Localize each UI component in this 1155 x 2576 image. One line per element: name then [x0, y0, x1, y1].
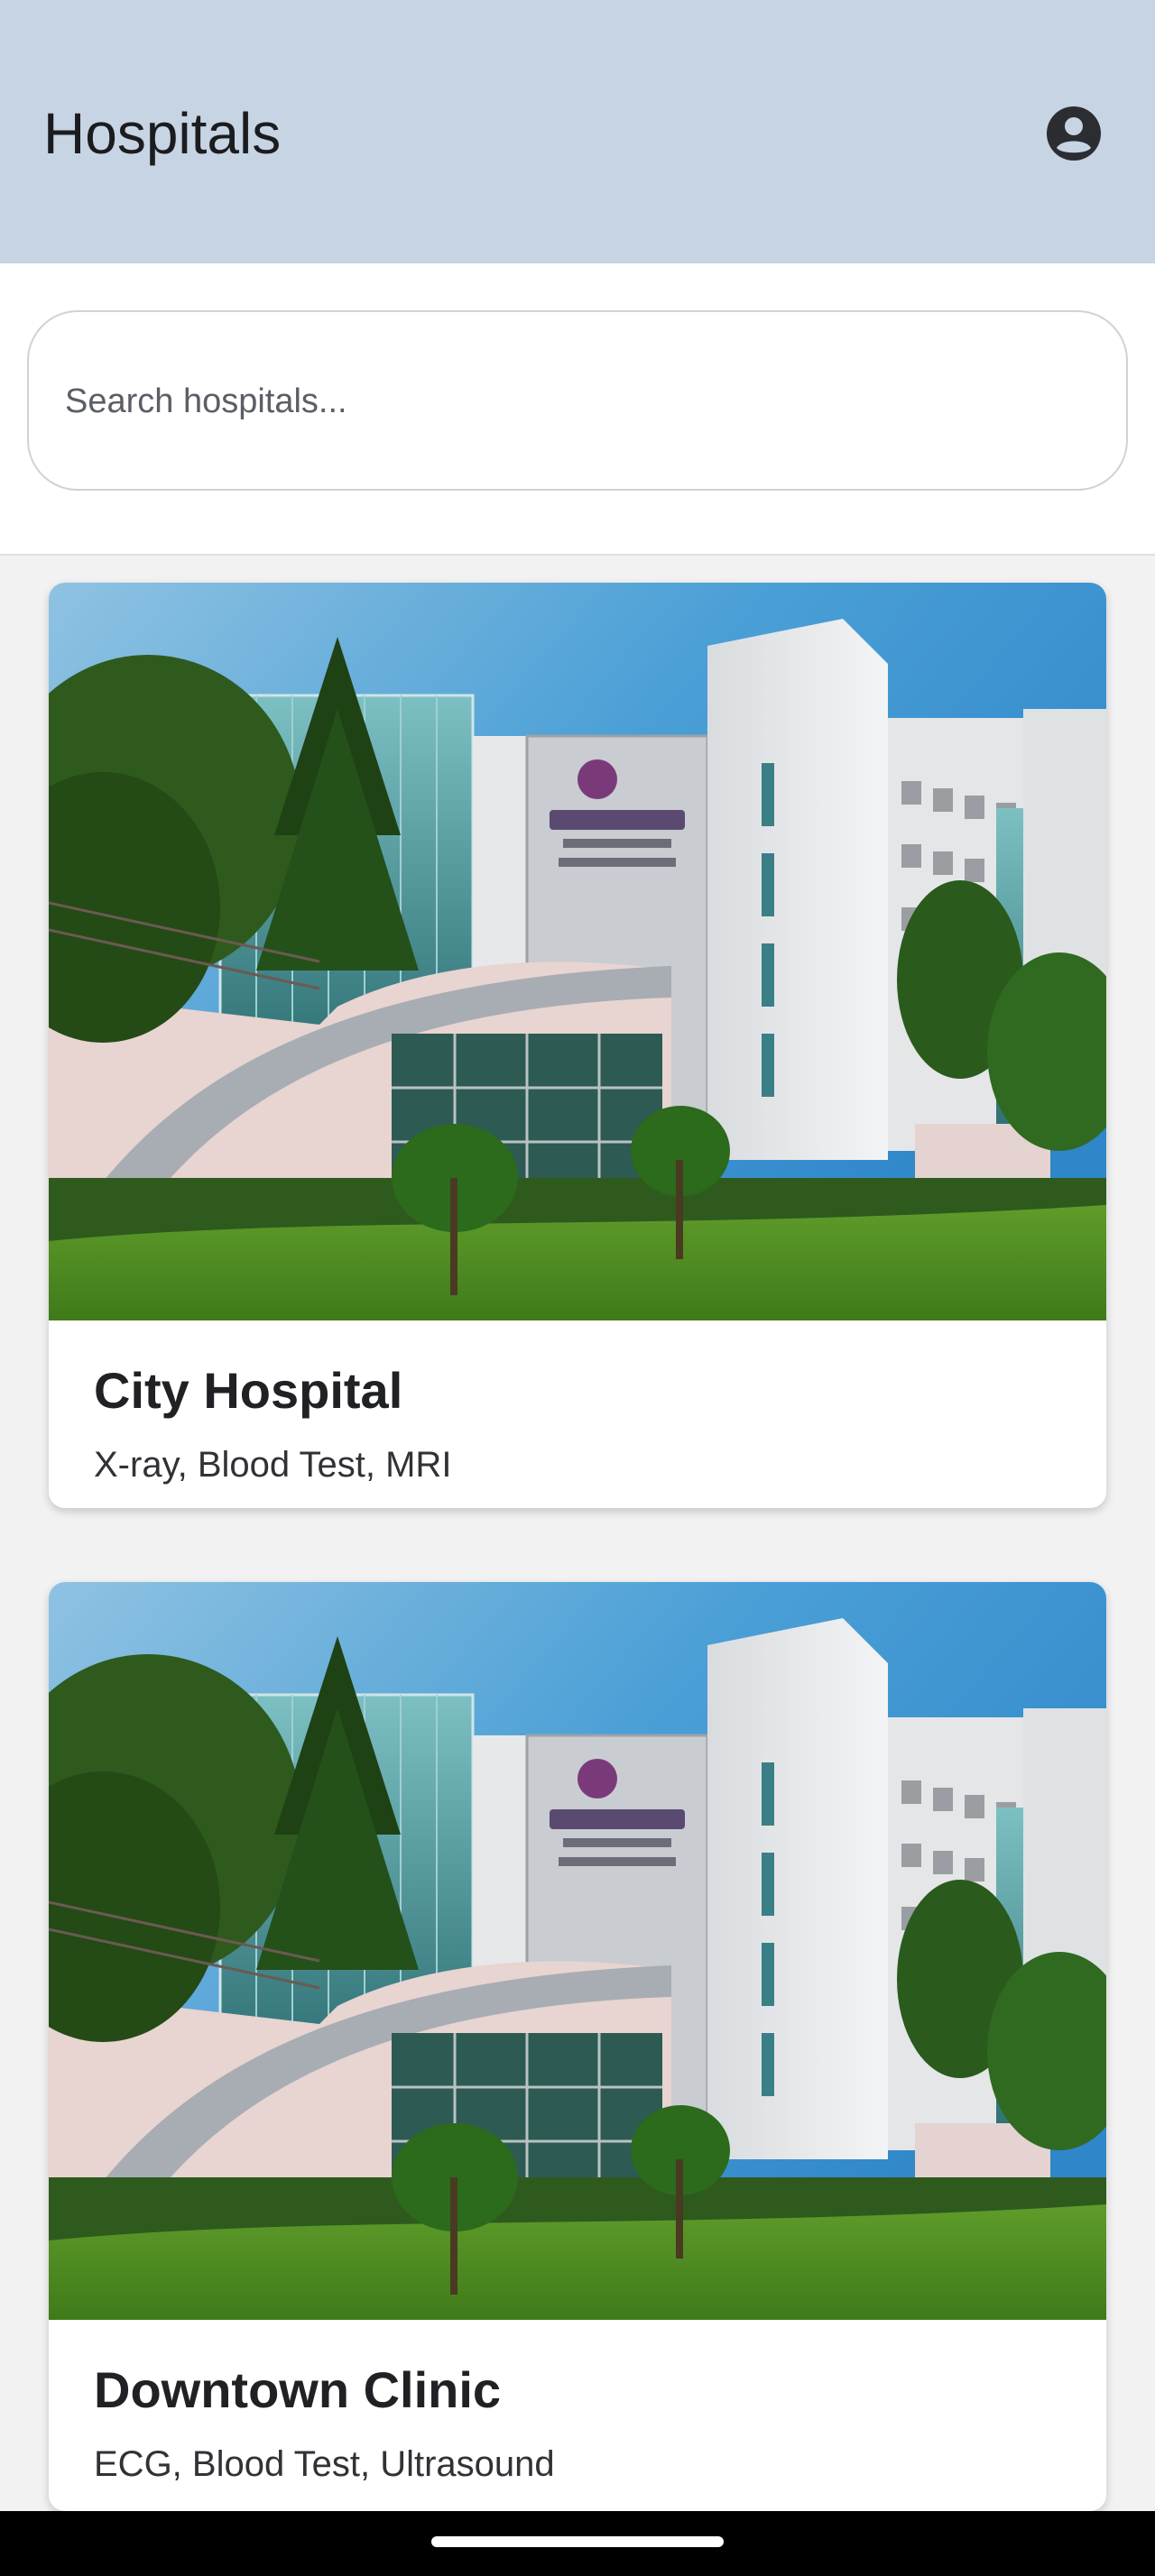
search-input[interactable] — [63, 312, 1077, 491]
hospital-services: ECG, Blood Test, Ultrasound — [94, 2444, 555, 2484]
hospital-photo — [49, 1582, 1106, 2320]
hospital-services: X-ray, Blood Test, MRI — [94, 1445, 452, 1485]
hospital-name: City Hospital — [94, 1362, 403, 1419]
page-title: Hospitals — [43, 101, 282, 166]
hospital-card[interactable]: City Hospital X-ray, Blood Test, MRI — [49, 583, 1106, 1508]
hospital-card[interactable]: Downtown Clinic ECG, Blood Test, Ultraso… — [49, 1582, 1106, 2511]
home-gesture-handle[interactable] — [431, 2536, 724, 2547]
hospital-name: Downtown Clinic — [94, 2361, 502, 2418]
hospital-photo — [49, 583, 1106, 1320]
search-area — [0, 263, 1155, 556]
hospitals-screen: Hospitals City Hospital X-ray, Blood Tes… — [0, 0, 1155, 2576]
system-navigation-bar — [0, 2511, 1155, 2576]
app-bar: Hospitals — [0, 0, 1155, 263]
hospital-list[interactable]: City Hospital X-ray, Blood Test, MRI Dow… — [0, 556, 1155, 2511]
account-circle-icon[interactable] — [1045, 105, 1103, 162]
search-box[interactable] — [27, 310, 1128, 491]
